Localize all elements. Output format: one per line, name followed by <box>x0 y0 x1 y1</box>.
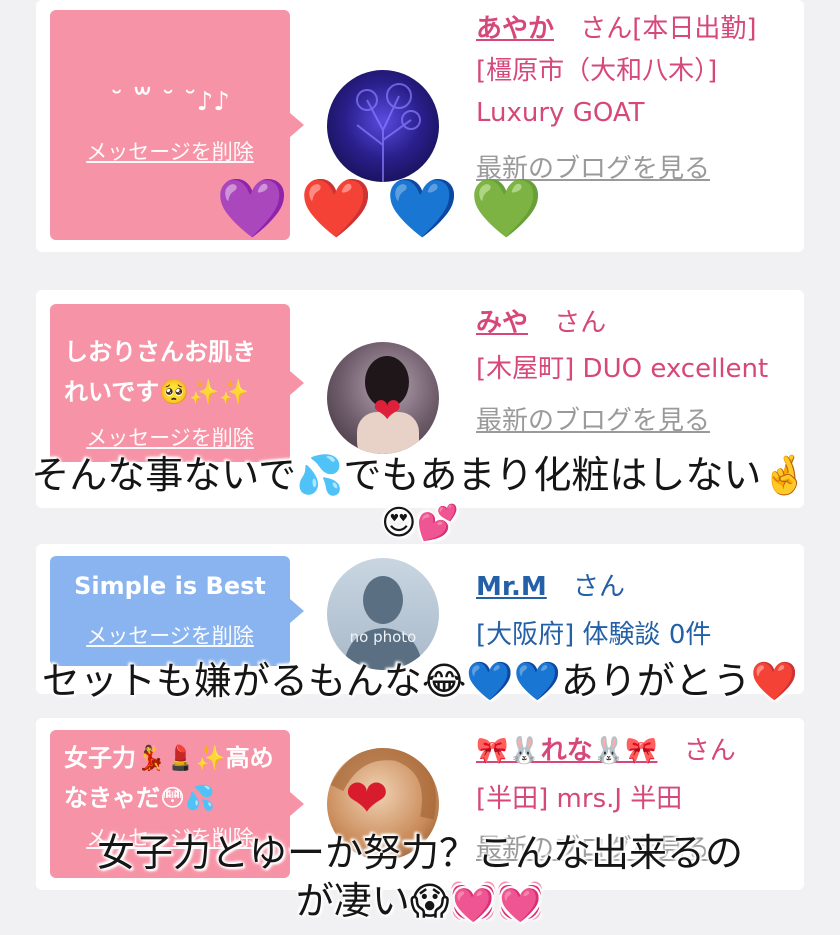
blue-heart-sticker: 💙 <box>386 174 459 242</box>
user-suffix: さん <box>573 572 626 602</box>
message-bubble-3: Simple is Best メッセージを削除 <box>50 556 304 666</box>
delete-message-link[interactable]: メッセージを削除 <box>64 620 276 650</box>
avatar[interactable] <box>327 70 439 182</box>
avatar[interactable]: ❤ <box>327 342 439 454</box>
green-heart-sticker: 💚 <box>470 174 543 242</box>
delete-message-link[interactable]: メッセージを削除 <box>64 422 276 452</box>
purple-heart-sticker: 💜 <box>216 174 289 242</box>
no-photo-silhouette-icon <box>343 576 423 670</box>
avatar-photo-icon: ❤ <box>357 356 419 454</box>
shop-line[interactable]: [木屋町] DUO excellent <box>476 348 768 390</box>
user-info-3: Mr.M さん [大阪府] 体験談 0件 <box>476 566 796 656</box>
delete-message-link[interactable]: メッセージを削除 <box>64 136 276 166</box>
user-info-2: みや さん [木屋町] DUO excellent 最新のブログを見る <box>476 302 796 442</box>
user-info-1: あやか さん[本日出勤] [橿原市（大和八木）] Luxury GOAT 最新の… <box>476 8 796 190</box>
user-name-link[interactable]: 🎀🐰れな🐰🎀 <box>476 736 658 766</box>
caption-2: セットも嫌がるもんな😂💙💙ありがとう❤️ <box>41 659 799 703</box>
bubble-message: ˘ ꒳ ˘ ˘♪♪ <box>110 87 230 117</box>
bubble-message: Simple is Best <box>74 572 266 600</box>
svg-text:❤: ❤ <box>345 769 389 829</box>
bubble-message: しおりさんお肌きれいです🥺✨✨ <box>64 338 256 406</box>
message-bubble-2: しおりさんお肌きれいです🥺✨✨ メッセージを削除 <box>50 304 304 462</box>
caption-1-line-1: そんな事ないで💦でもあまり化粧はしない🤞 <box>31 453 809 497</box>
caption-3-line-1: 女子力とゆーか努力？こんな出来るの <box>96 831 743 875</box>
shop-line[interactable]: [半田] mrs.J 半田 <box>476 778 682 820</box>
user-name-link[interactable]: あやか <box>476 14 554 44</box>
no-photo-text: no photo <box>349 628 417 646</box>
user-suffix: さん <box>554 308 607 338</box>
blog-link[interactable]: 最新のブログを見る <box>476 400 710 442</box>
avatar[interactable]: no photo <box>327 558 439 670</box>
caption-1-line-2: 😍💕 <box>381 503 459 543</box>
user-name-link[interactable]: みや <box>476 308 528 338</box>
bubble-message: 女子力💃💄✨高めなきゃだ😳💦 <box>64 744 274 812</box>
shop-line[interactable]: [橿原市（大和八木）] Luxury GOAT <box>476 56 717 128</box>
red-heart-sticker: ❤️ <box>300 174 373 242</box>
svg-text:❤: ❤ <box>373 391 402 431</box>
caption-3-line-2: が凄い😱💓💓 <box>295 879 545 923</box>
shop-line[interactable]: [大阪府] 体験談 0件 <box>476 614 711 656</box>
user-name-link[interactable]: Mr.M <box>476 572 547 602</box>
user-suffix: さん[本日出勤] <box>580 14 757 44</box>
user-suffix: さん <box>683 736 736 766</box>
avatar-photo-icon <box>356 83 421 182</box>
